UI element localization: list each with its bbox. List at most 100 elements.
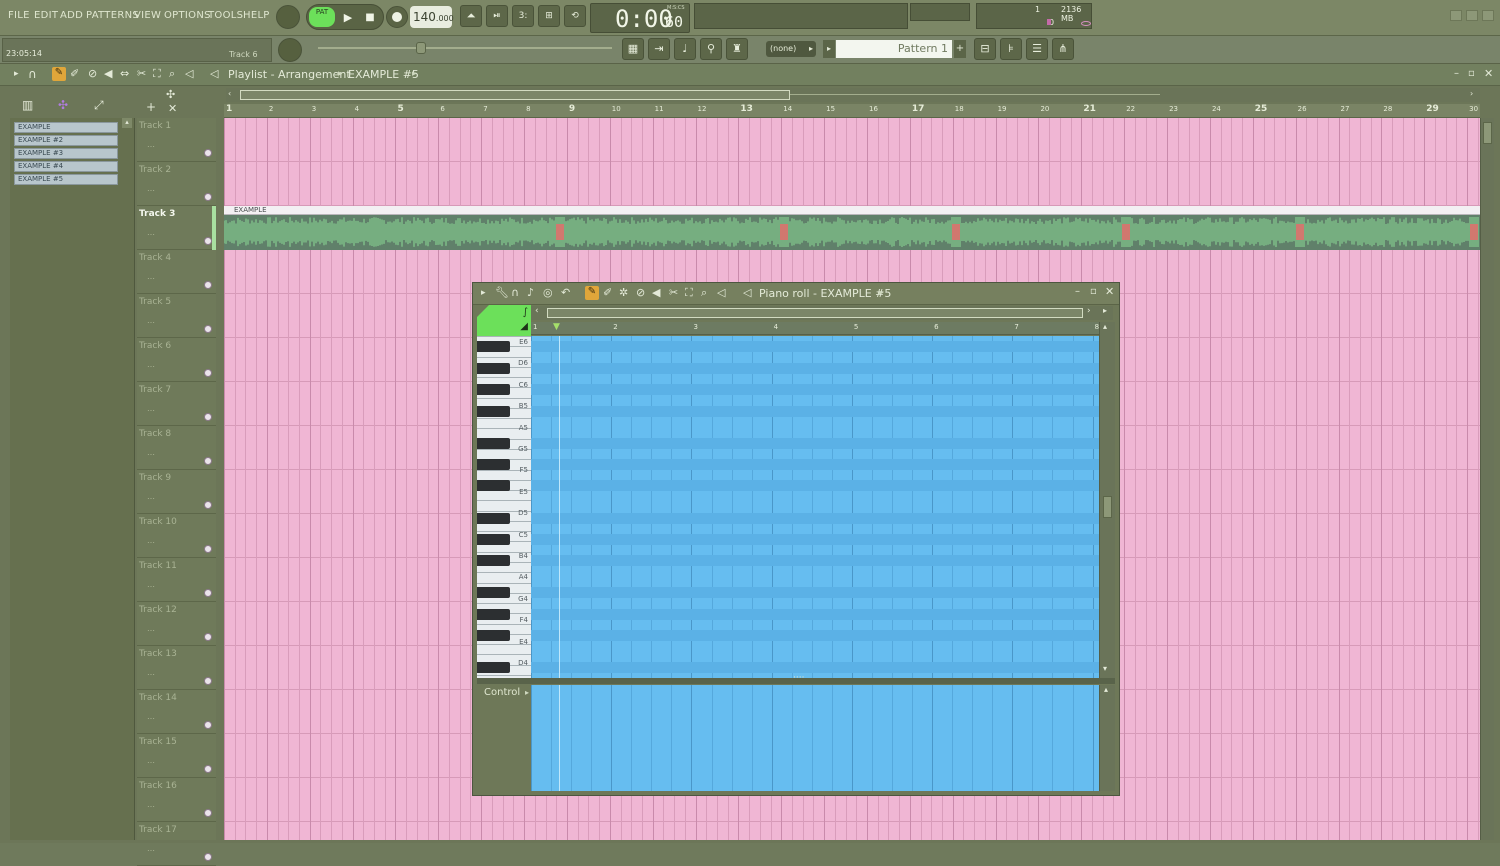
track-menu-icon[interactable]: … <box>147 844 155 853</box>
track-menu-icon[interactable]: … <box>147 756 155 765</box>
track-mute-toggle[interactable] <box>204 369 212 377</box>
black-key[interactable] <box>477 608 510 620</box>
piano-roll-grid[interactable] <box>531 336 1099 678</box>
select-tool-icon[interactable]: ⛶ <box>153 67 161 81</box>
record-button[interactable] <box>386 6 408 28</box>
slice-tool-icon[interactable]: ✂ <box>137 67 146 80</box>
step-edit-icon[interactable]: ⊞ <box>538 5 560 27</box>
piano-roll-maximize-button[interactable]: ▫ <box>1090 286 1097 297</box>
track-menu-icon[interactable]: … <box>147 272 155 281</box>
black-key[interactable] <box>477 362 510 374</box>
snap-icon[interactable]: ⊟ <box>974 38 996 60</box>
track-mute-toggle[interactable] <box>204 237 212 245</box>
piano-keyboard[interactable]: E6 D6 C6 B5 A5 G5 F5 E5 D5 C5 B4 A4 G4 F4 E4 D4 <box>477 336 531 678</box>
menu-patterns[interactable]: PATTERNS <box>86 10 139 21</box>
track-header[interactable]: Track 5… <box>137 294 216 338</box>
undo-icon[interactable]: ↶ <box>561 286 570 299</box>
paint-drums-icon[interactable]: ✲ <box>619 286 628 299</box>
playlist-scroll-thumb[interactable] <box>240 90 790 100</box>
wrench-icon[interactable]: 🔧︎ <box>495 286 509 299</box>
track-header[interactable]: Track 7… <box>137 382 216 426</box>
black-key[interactable] <box>477 384 510 396</box>
piano-roll-ruler[interactable]: ▼ 12345678 <box>531 322 1099 335</box>
tools-icon[interactable]: ⋔ <box>1052 38 1074 60</box>
piano-roll-vertical-scrollbar[interactable]: ▴ ▾ <box>1099 322 1115 678</box>
mute-tool-icon[interactable]: ◀ <box>104 67 112 80</box>
select-tool-icon[interactable]: ⛶ <box>685 286 693 300</box>
countdown-icon[interactable]: 3: <box>512 5 534 27</box>
track-mute-toggle[interactable] <box>204 325 212 333</box>
delete-tool-icon[interactable]: ⊘ <box>88 67 97 80</box>
track-header[interactable]: Track 14… <box>137 690 216 734</box>
picker-item[interactable]: EXAMPLE <box>14 122 118 133</box>
piano-roll-scrollbar[interactable]: ‹ › ▸ <box>531 306 1113 320</box>
playlist-minimize-button[interactable]: – <box>1454 68 1459 79</box>
menu-file[interactable]: FILE <box>8 10 30 21</box>
black-key[interactable] <box>477 662 510 674</box>
menu-options[interactable]: OPTIONS <box>164 10 211 21</box>
track-header[interactable]: Track 4… <box>137 250 216 294</box>
playlist-scrollbar[interactable]: ‹ › <box>226 88 1480 102</box>
track-header[interactable]: Track 16… <box>137 778 216 822</box>
track-menu-icon[interactable]: … <box>147 668 155 677</box>
picker-item[interactable]: EXAMPLE #4 <box>14 161 118 172</box>
piano-roll-scroll-thumb[interactable] <box>547 308 1083 318</box>
event-editor-splitter[interactable]: ···· <box>477 673 1115 684</box>
note-icon[interactable]: ♪ <box>527 286 534 299</box>
slice-tool-icon[interactable]: ✂ <box>669 286 678 299</box>
remove-track-icon[interactable]: ✕ <box>168 102 177 115</box>
black-key[interactable] <box>477 555 510 567</box>
track-menu-icon[interactable]: … <box>147 580 155 589</box>
mute-tool-icon[interactable]: ◀ <box>652 286 660 299</box>
options-arrow-icon[interactable]: ▸ <box>1103 306 1107 315</box>
track-header[interactable]: Track 15… <box>137 734 216 778</box>
tempo-display[interactable]: 140.000 <box>410 6 454 28</box>
track-menu-icon[interactable]: … <box>147 140 155 149</box>
track-header[interactable]: Track 9… <box>137 470 216 514</box>
track-mute-toggle[interactable] <box>204 281 212 289</box>
slip-tool-icon[interactable]: ⇔ <box>120 67 129 80</box>
track-mute-toggle[interactable] <box>204 765 212 773</box>
minimize-window-button[interactable] <box>1450 10 1462 21</box>
piano-roll-icon[interactable]: ♩ <box>674 38 696 60</box>
snap-toggle-icon[interactable]: ✣ <box>166 88 175 101</box>
black-key[interactable] <box>477 459 510 471</box>
playlist-icon[interactable]: ▦ <box>622 38 644 60</box>
track-header[interactable]: Track 3… <box>137 206 216 250</box>
scroll-right-arrow[interactable]: › <box>1087 306 1091 316</box>
step-sequencer-icon[interactable]: ☰ <box>1026 38 1048 60</box>
stop-icon[interactable]: ■ <box>361 9 379 27</box>
track-menu-icon[interactable]: … <box>147 360 155 369</box>
automation-picker-icon[interactable]: ⤢ <box>94 98 104 113</box>
master-pitch-knob[interactable] <box>278 38 302 62</box>
track-header[interactable]: Track 1… <box>137 118 216 162</box>
stamp-icon[interactable]: ◎ <box>543 286 553 299</box>
playlist-close-button[interactable]: ✕ <box>1484 67 1493 80</box>
playlist-ruler[interactable]: 1 2 3 4 5 6 7 8 9 10 11 12 13 14 15 16 17 18 19 20 21 22 23 24 2… <box>224 104 1480 118</box>
menu-view[interactable]: VIEW <box>134 10 161 21</box>
draw-tool-icon[interactable]: ✎ <box>585 286 599 300</box>
scroll-left-arrow[interactable]: ‹ <box>228 89 231 98</box>
track-header[interactable]: Track 6… <box>137 338 216 382</box>
track-mute-toggle[interactable] <box>204 193 212 201</box>
menu-edit[interactable]: EDIT <box>34 10 58 21</box>
track-header[interactable]: Track 8… <box>137 426 216 470</box>
playhead-marker-icon[interactable]: ▼ <box>553 322 560 332</box>
track-menu-icon[interactable]: … <box>147 624 155 633</box>
picker-scroll-up[interactable]: ▴ <box>122 118 132 128</box>
track-mute-toggle[interactable] <box>204 589 212 597</box>
picker-item[interactable]: EXAMPLE #3 <box>14 148 118 159</box>
track-menu-icon[interactable]: … <box>147 536 155 545</box>
pat-song-toggle[interactable]: PAT <box>309 7 335 27</box>
channel-selector[interactable]: (none) ▸ <box>766 41 816 57</box>
black-key[interactable] <box>477 480 510 492</box>
track-mute-toggle[interactable] <box>204 853 212 861</box>
options-arrow-icon[interactable]: ▸ <box>14 69 19 79</box>
playback-tool-icon[interactable]: ◁ <box>185 67 193 80</box>
channel-menu-button[interactable]: ∫ ◢ <box>477 305 531 336</box>
time-display[interactable]: 0:00 60 M:S:CS <box>590 3 690 33</box>
vertical-scroll-thumb[interactable] <box>1483 122 1492 144</box>
wait-for-input-icon[interactable]: ⏯ <box>486 5 508 27</box>
position-slider-handle[interactable] <box>416 42 426 54</box>
control-label[interactable]: Control <box>484 687 520 698</box>
